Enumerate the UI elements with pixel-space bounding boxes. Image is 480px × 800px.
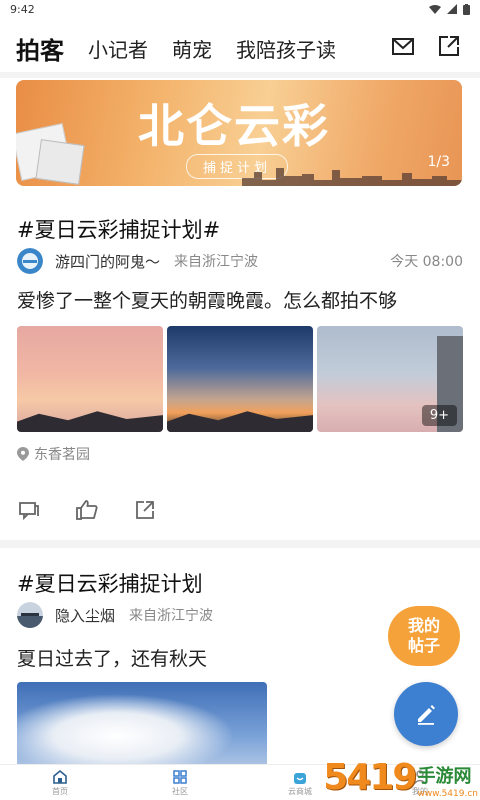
share-post-icon[interactable] xyxy=(133,498,157,522)
home-icon xyxy=(53,769,67,784)
watermark-logo: 5419 手游网 www.5419.cn xyxy=(318,748,478,800)
my-posts-label: 帖子 xyxy=(407,636,440,655)
location-pin-icon xyxy=(17,447,29,461)
tab-wopeihaizidu[interactable]: 我陪孩子读 xyxy=(236,34,336,63)
my-posts-label: 我的 xyxy=(407,616,440,635)
post-location[interactable]: 东香茗园 xyxy=(17,444,90,464)
post-time: 今天 08:00 xyxy=(390,254,463,270)
post-title[interactable]: #夏日云彩捕捉计划# xyxy=(17,214,220,244)
nav-divider xyxy=(0,72,480,78)
status-bar: 9:42 xyxy=(0,0,480,18)
watermark-number: 5419 xyxy=(323,757,417,798)
nav-community-label: 社区 xyxy=(172,786,188,796)
nav-home-label: 首页 xyxy=(52,786,68,796)
author-row: 游四门的阿鬼～ 来自浙江宁波 今天 08:00 xyxy=(17,248,463,274)
banner-logo-text: 北仑云彩 xyxy=(138,99,330,153)
grid-icon xyxy=(173,769,187,784)
post-text[interactable]: 爱惨了一整个夏天的朝霞晚霞。怎么都拍不够 xyxy=(17,286,397,313)
post-photo[interactable] xyxy=(17,326,163,432)
avatar[interactable] xyxy=(17,602,43,628)
watermark-text: 手游网 www.5419.cn xyxy=(417,766,478,800)
post-actions xyxy=(17,498,157,522)
mail-icon[interactable] xyxy=(390,33,416,59)
watermark-brand: 手游网 xyxy=(417,766,472,787)
status-time: 9:42 xyxy=(10,2,35,16)
nav-community[interactable]: 社区 xyxy=(120,765,240,800)
nav-shop-label: 云商城 xyxy=(288,786,312,796)
top-nav: 拍客 小记者 萌宠 我陪孩子读 xyxy=(0,24,480,75)
post-text[interactable]: 夏日过去了，还有秋天 xyxy=(17,644,207,671)
signal-icon xyxy=(447,4,457,14)
post-photo[interactable] xyxy=(167,326,313,432)
author-location: 来自浙江宁波 xyxy=(129,608,214,624)
wifi-icon xyxy=(429,5,441,14)
author-name[interactable]: 游四门的阿鬼～ xyxy=(55,251,160,272)
banner-carousel[interactable]: 北仑云彩 捕捉计划 1/3 xyxy=(16,80,462,186)
tab-mengchong[interactable]: 萌宠 xyxy=(172,34,212,63)
banner-photo-print xyxy=(35,139,85,185)
author-name[interactable]: 隐入尘烟 xyxy=(55,605,115,626)
avatar[interactable] xyxy=(17,248,43,274)
like-icon[interactable] xyxy=(75,498,99,522)
share-icon[interactable] xyxy=(436,33,462,59)
photo-grid: 9+ xyxy=(17,326,463,432)
watermark-url: www.5419.cn xyxy=(417,789,478,799)
shopping-bag-icon xyxy=(294,772,306,784)
pencil-icon xyxy=(418,705,435,725)
banner-page-indicator: 1/3 xyxy=(427,154,450,170)
tab-xiaojizhe[interactable]: 小记者 xyxy=(88,34,148,63)
my-posts-button[interactable]: 我的 帖子 xyxy=(388,606,460,666)
compose-button[interactable] xyxy=(394,682,458,746)
post-separator xyxy=(0,540,480,548)
battery-icon xyxy=(463,3,470,15)
post-title[interactable]: #夏日云彩捕捉计划 xyxy=(17,568,203,598)
post-photo[interactable] xyxy=(17,682,267,772)
nav-home[interactable]: 首页 xyxy=(0,765,120,800)
location-name: 东香茗园 xyxy=(34,447,90,463)
post-photo[interactable]: 9+ xyxy=(317,326,463,432)
nav-icon-group xyxy=(390,33,462,59)
tab-paike[interactable]: 拍客 xyxy=(16,31,64,75)
comment-icon[interactable] xyxy=(17,498,41,522)
status-icons xyxy=(429,3,470,15)
author-location: 来自浙江宁波 xyxy=(174,254,259,270)
more-photos-count: 9+ xyxy=(421,405,457,426)
